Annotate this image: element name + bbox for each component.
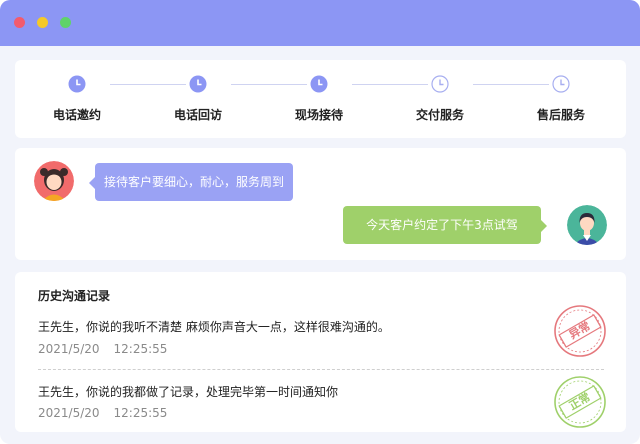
app-window: 电话邀约 电话回访 现场接待 交付服务 售后服务 接待客户要细心，耐心，服务周到… — [0, 0, 640, 444]
title-bar — [0, 0, 640, 46]
clock-icon — [310, 75, 328, 93]
step-label: 电话回访 — [173, 108, 222, 122]
step-label: 交付服务 — [415, 108, 464, 122]
record-text: 王先生，你说的我都做了记录，处理完毕第一时间通知你 — [38, 385, 339, 399]
record-time: 12:25:55 — [113, 406, 168, 420]
avatar-male — [567, 205, 607, 245]
minimize-window-button[interactable] — [37, 17, 48, 28]
avatar-female — [34, 161, 74, 201]
record-date: 2021/5/20 — [38, 342, 100, 356]
chat-bubble-received: 接待客户要细心，耐心，服务周到 — [89, 163, 293, 201]
chat-card: 接待客户要细心，耐心，服务周到 今天客户约定了下午3点试驾 — [15, 148, 626, 260]
step-label: 电话邀约 — [52, 108, 101, 122]
clock-icon — [189, 75, 207, 93]
record-time: 12:25:55 — [113, 342, 168, 356]
record-text: 王先生，你说的我听不清楚 麻烦你声音大一点，这样很难沟通的。 — [38, 320, 390, 334]
female-avatar-icon — [34, 161, 74, 201]
clock-icon — [552, 75, 570, 93]
process-steps-card: 电话邀约 电话回访 现场接待 交付服务 售后服务 — [15, 60, 626, 138]
record-date: 2021/5/20 — [38, 406, 100, 420]
history-title: 历史沟通记录 — [38, 289, 111, 303]
record-timestamp: 2021/5/20 12:25:55 — [38, 342, 167, 356]
step-label: 现场接待 — [294, 108, 343, 122]
male-avatar-icon — [567, 205, 607, 245]
chat-bubble-sent: 今天客户约定了下午3点试驾 — [343, 206, 547, 244]
record-timestamp: 2021/5/20 12:25:55 — [38, 406, 167, 420]
status-stamp-normal: 正常 — [552, 374, 608, 430]
history-card: 历史沟通记录 王先生，你说的我听不清楚 麻烦你声音大一点，这样很难沟通的。 20… — [15, 272, 626, 432]
clock-icon — [68, 75, 86, 93]
step-label: 售后服务 — [536, 108, 585, 122]
clock-icon — [431, 75, 449, 93]
step-connector — [110, 84, 186, 85]
step-connector — [473, 84, 549, 85]
close-window-button[interactable] — [14, 17, 25, 28]
maximize-window-button[interactable] — [60, 17, 71, 28]
status-stamp-abnormal: 异常 — [552, 303, 608, 359]
step-connector — [231, 84, 307, 85]
record-divider — [38, 369, 604, 370]
step-connector — [352, 84, 428, 85]
